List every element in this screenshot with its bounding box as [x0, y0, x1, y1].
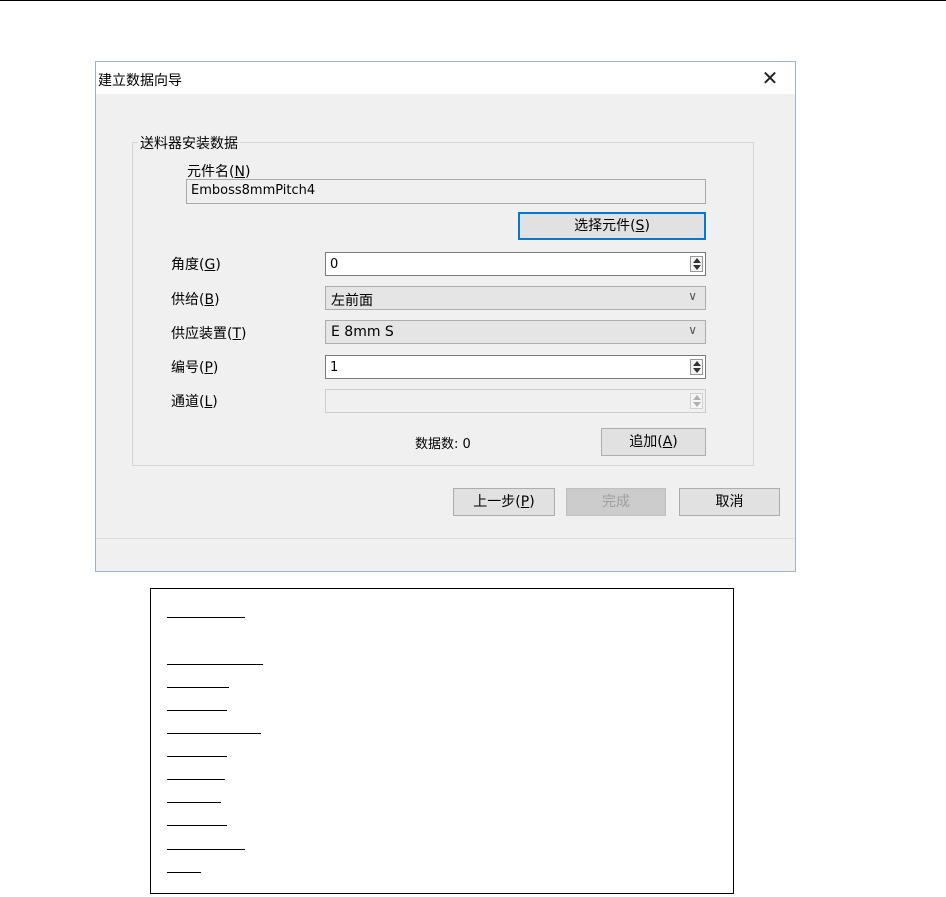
channel-label: 通道(L) — [171, 394, 218, 410]
chevron-down-icon: ∨ — [688, 289, 697, 303]
top-rule — [0, 0, 946, 1]
supply-select[interactable]: 左前面 ∨ — [325, 286, 706, 310]
component-name-value: Emboss8mmPitch4 — [191, 183, 316, 198]
caption-line — [167, 849, 245, 850]
angle-value: 0 — [330, 257, 339, 272]
caption-line — [167, 872, 201, 873]
add-button[interactable]: 追加(A) — [601, 428, 706, 456]
angle-spinner[interactable]: 0 — [325, 252, 706, 276]
spin-arrows-icon[interactable] — [690, 359, 703, 375]
spin-arrows-icon — [690, 393, 703, 409]
angle-label: 角度(G) — [171, 257, 221, 273]
caption-line — [167, 710, 227, 711]
data-count: 数据数: 0 — [415, 437, 471, 452]
close-icon[interactable]: ✕ — [759, 66, 781, 90]
title-bar: 建立数据向导 ✕ — [96, 62, 795, 94]
chevron-down-icon: ∨ — [688, 323, 697, 337]
dialog-title: 建立数据向导 — [98, 73, 182, 89]
component-name-label: 元件名(N) — [187, 164, 251, 180]
caption-line — [167, 779, 225, 780]
device-value: E 8mm S — [331, 324, 394, 340]
caption-box — [150, 588, 734, 894]
supply-label: 供给(B) — [171, 292, 220, 308]
caption-line — [167, 756, 227, 757]
caption-line — [167, 617, 245, 618]
caption-line — [167, 802, 221, 803]
caption-line — [167, 825, 227, 826]
channel-spinner — [325, 389, 706, 413]
caption-line — [167, 733, 261, 734]
number-value: 1 — [330, 360, 339, 375]
device-label: 供应装置(T) — [171, 326, 247, 342]
number-spinner[interactable]: 1 — [325, 355, 706, 379]
spin-arrows-icon[interactable] — [690, 256, 703, 272]
device-select[interactable]: E 8mm S ∨ — [325, 320, 706, 344]
cancel-button[interactable]: 取消 — [679, 488, 780, 516]
prev-step-button[interactable]: 上一步(P) — [453, 488, 555, 516]
finish-button: 完成 — [566, 488, 666, 516]
select-component-button[interactable]: 选择元件(S) — [518, 212, 706, 240]
number-label: 编号(P) — [171, 360, 219, 376]
supply-value: 左前面 — [331, 293, 373, 309]
caption-line — [167, 664, 263, 665]
component-name-field[interactable]: Emboss8mmPitch4 — [186, 179, 706, 204]
caption-line — [167, 687, 229, 688]
create-data-wizard-dialog: 建立数据向导 ✕ 送料器安装数据 元件名(N) Emboss8mmPitch4 … — [95, 61, 796, 572]
status-separator — [96, 538, 795, 539]
group-title: 送料器安装数据 — [138, 133, 240, 153]
